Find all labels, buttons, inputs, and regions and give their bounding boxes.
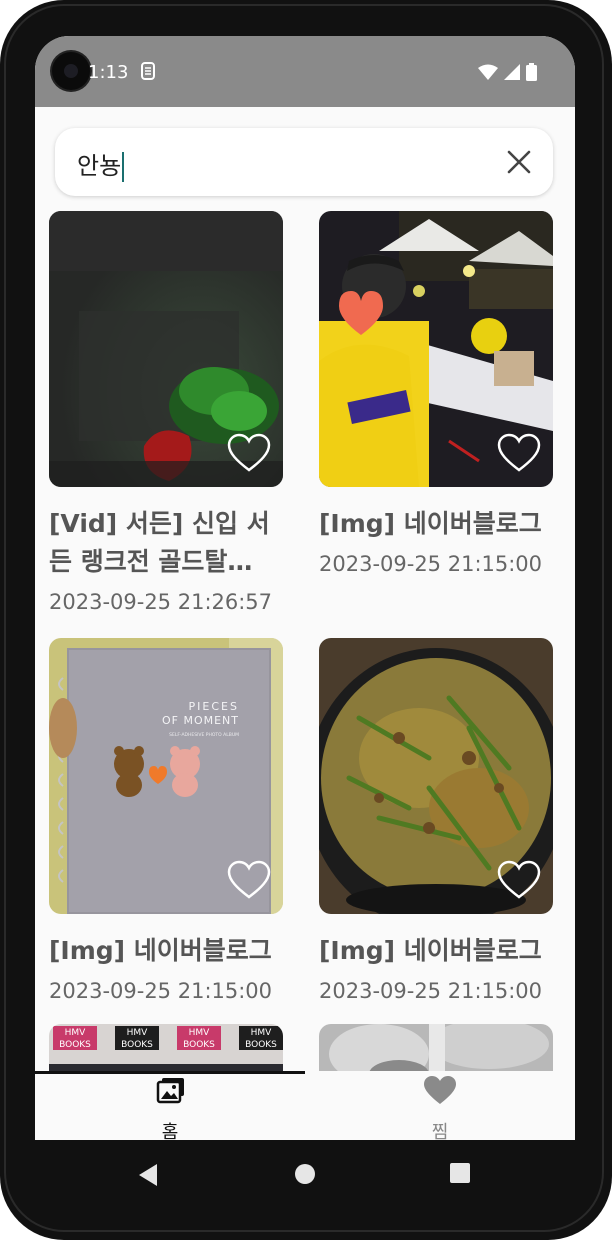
- album-text-line1: PIECES: [189, 700, 239, 713]
- bookshelf-photo-image: HMV BOOKS HMV BOOKS HMV BOOKS HMV BOOKS: [49, 1024, 283, 1073]
- sync-notification-icon: [141, 62, 155, 80]
- card-thumbnail[interactable]: [319, 1024, 553, 1073]
- nav-tab-home[interactable]: 홈: [35, 1071, 305, 1140]
- card-title: [Vid] 서든] 신입 서든 랭크전 골드탈…: [49, 509, 270, 576]
- search-query: 안뇽: [77, 152, 122, 180]
- card-thumbnail[interactable]: [319, 638, 553, 914]
- shelf-label: HMV: [127, 1028, 149, 1038]
- album-text-line3: SELF-ADHESIVE PHOTO ALBUM: [169, 732, 239, 738]
- card-date: 2023-09-25 21:15:00: [319, 979, 543, 1003]
- clear-search-button[interactable]: [505, 148, 533, 176]
- result-card[interactable]: [Img] 네이버블로그 2023-09-25 21:15:00: [319, 211, 553, 583]
- shelf-label: HMV: [251, 1028, 273, 1038]
- card-title: [Img] 네이버블로그: [49, 936, 272, 965]
- result-card[interactable]: [319, 1024, 553, 1073]
- result-card[interactable]: [Img] 네이버블로그 2023-09-25 21:15:00: [319, 638, 553, 1010]
- favorite-heart-icon[interactable]: [497, 433, 541, 473]
- shelf-label: HMV: [65, 1028, 87, 1038]
- recents-icon[interactable]: [450, 1163, 470, 1183]
- card-date: 2023-09-25 21:15:00: [319, 552, 543, 576]
- favorite-heart-icon[interactable]: [227, 860, 271, 900]
- card-thumbnail[interactable]: HMV BOOKS HMV BOOKS HMV BOOKS HMV BOOKS: [49, 1024, 283, 1073]
- results-grid: [Vid] 서든] 신입 서든 랭크전 골드탈… 2023-09-25 21:2…: [49, 211, 563, 1073]
- gallery-icon: [156, 1078, 184, 1104]
- shelf-label: BOOKS: [59, 1040, 91, 1050]
- battery-icon: [526, 63, 537, 81]
- search-input[interactable]: 안뇽: [77, 146, 125, 182]
- shelf-label: HMV: [189, 1028, 211, 1038]
- wifi-icon: [478, 64, 498, 80]
- nav-label-favorites: 찜: [431, 1122, 449, 1140]
- app-screen: 1:13 안뇽 [Vid] 서든] 신입 서든 랭크전 골드탈… 2023-09…: [35, 36, 575, 1140]
- system-icons: [478, 63, 537, 81]
- status-time: 1:13: [88, 62, 129, 83]
- shelf-label: BOOKS: [121, 1040, 153, 1050]
- result-card[interactable]: [Vid] 서든] 신입 서든 랭크전 골드탈… 2023-09-25 21:2…: [49, 211, 283, 621]
- back-icon[interactable]: [137, 1163, 159, 1187]
- nav-tab-favorites[interactable]: 찜: [305, 1071, 575, 1140]
- card-date: 2023-09-25 21:26:57: [49, 590, 273, 614]
- bottom-navigation: 홈 찜: [35, 1071, 575, 1140]
- search-bar[interactable]: 안뇽: [55, 128, 553, 196]
- crystal-photo-image: [319, 1024, 553, 1073]
- card-thumbnail[interactable]: PIECES OF MOMENT SELF-ADHESIVE PHOTO ALB…: [49, 638, 283, 914]
- system-navigation-bar: [0, 1140, 612, 1240]
- shelf-label: BOOKS: [245, 1040, 277, 1050]
- cell-signal-icon: [504, 64, 520, 80]
- card-title: [Img] 네이버블로그: [319, 936, 542, 965]
- card-title: [Img] 네이버블로그: [319, 509, 542, 538]
- result-card[interactable]: HMV BOOKS HMV BOOKS HMV BOOKS HMV BOOKS: [49, 1024, 283, 1073]
- card-thumbnail[interactable]: [319, 211, 553, 487]
- result-card[interactable]: PIECES OF MOMENT SELF-ADHESIVE PHOTO ALB…: [49, 638, 283, 1010]
- front-camera: [52, 52, 90, 90]
- album-text-line2: OF MOMENT: [162, 714, 239, 727]
- heart-icon: [424, 1076, 456, 1104]
- home-icon[interactable]: [294, 1163, 316, 1185]
- card-date: 2023-09-25 21:15:00: [49, 979, 273, 1003]
- text-cursor: [122, 152, 125, 182]
- card-thumbnail[interactable]: [49, 211, 283, 487]
- nav-label-home: 홈: [161, 1122, 179, 1140]
- phone-frame: 1:13 안뇽 [Vid] 서든] 신입 서든 랭크전 골드탈… 2023-09…: [0, 0, 612, 1240]
- favorite-heart-icon[interactable]: [497, 860, 541, 900]
- shelf-label: BOOKS: [183, 1040, 215, 1050]
- status-bar: 1:13: [35, 36, 575, 107]
- favorite-heart-icon[interactable]: [227, 433, 271, 473]
